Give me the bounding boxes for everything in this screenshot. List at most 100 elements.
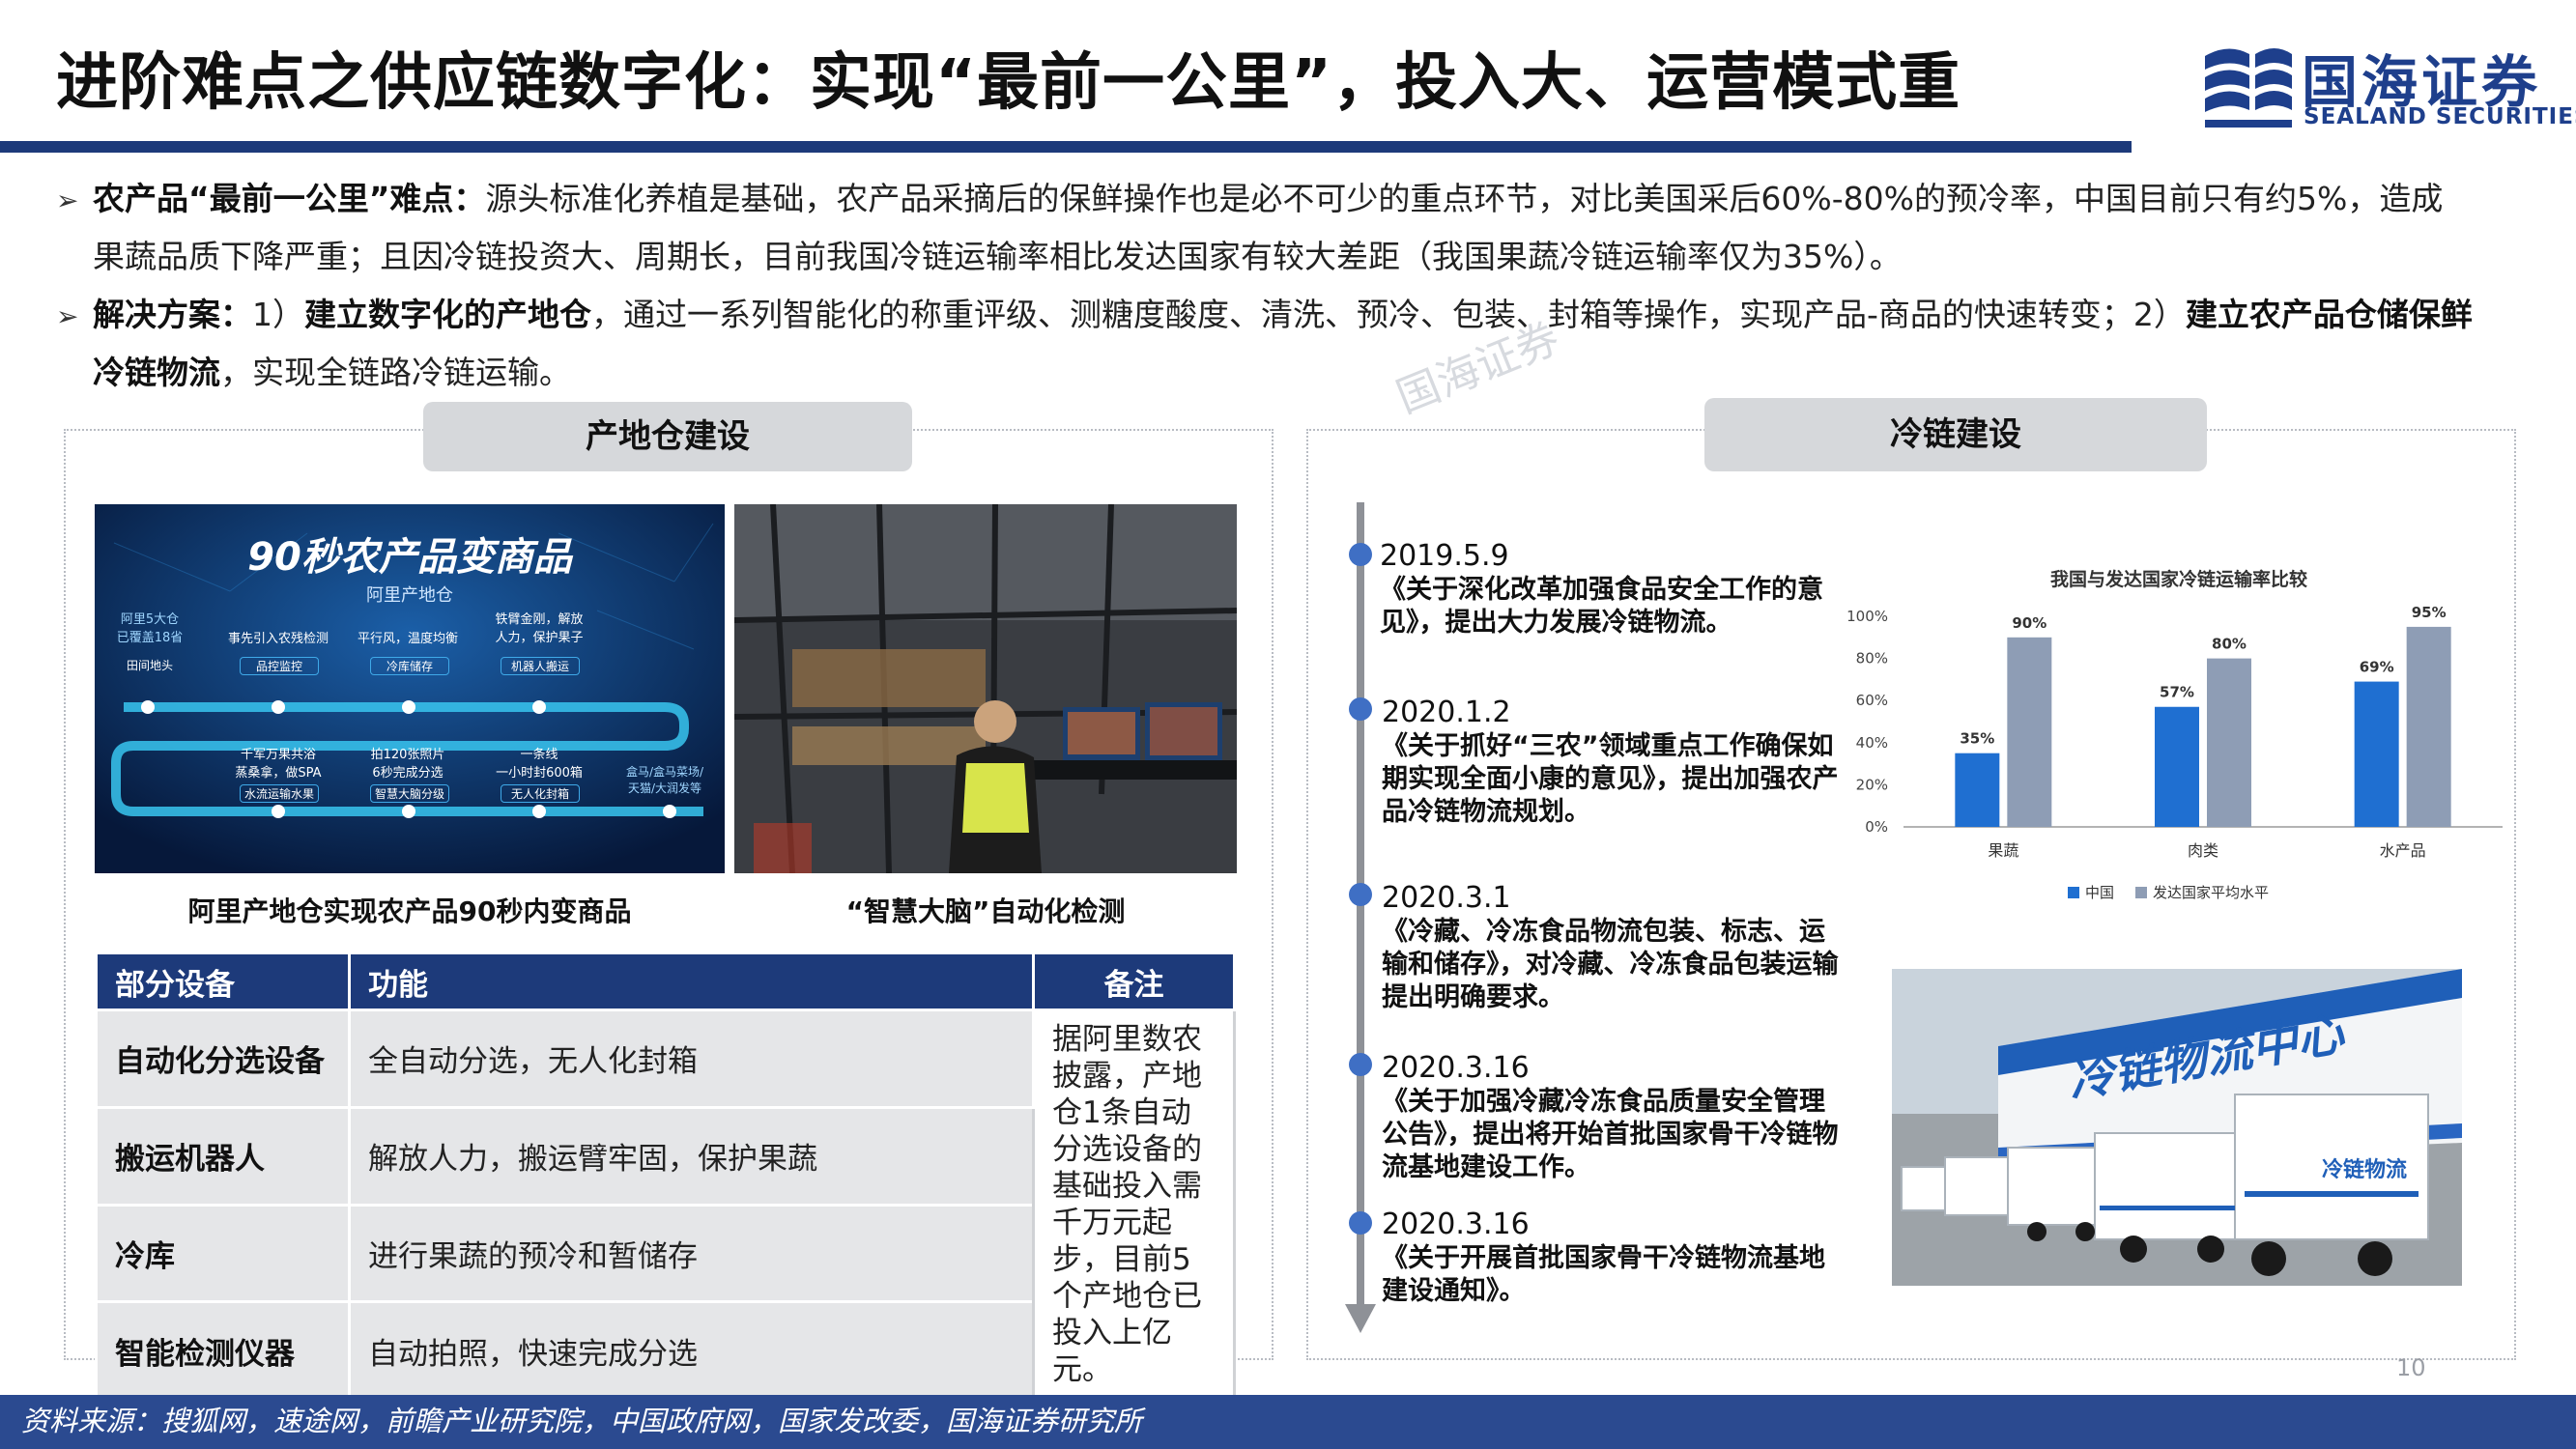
legend-label: 中国 — [2085, 884, 2114, 901]
node-text: 平行风，温度均衡 — [357, 632, 458, 646]
bullet-emph: 建立农产品仓储保鲜 — [2185, 296, 2473, 333]
timeline-text: 《冷藏、冷冻食品物流包装、标志、运输和储存》，对冷藏、冷冻食品包装运输提出明确要… — [1382, 917, 1839, 1012]
table-header-row: 部分设备 功能 备注 — [95, 952, 1236, 1011]
timeline-date: 2020.3.1 — [1382, 881, 1511, 915]
timeline-date: 2019.5.9 — [1380, 539, 1509, 573]
bullet-lead: 农产品“最前一公里”难点： — [93, 180, 486, 217]
bullet-text: ，实现全链路冷链运输。 — [220, 354, 571, 391]
table-row: 自动化分选设备 全自动分选，无人化封箱 据阿里数农披露，产地仓1条自动分选设备的… — [95, 1009, 1236, 1401]
timeline-text: 《关于加强冷藏冷冻食品质量安全管理公告》，提出将开始首批国家骨干冷链物流基地建设… — [1382, 1087, 1839, 1182]
timeline-dot — [1349, 1211, 1372, 1235]
alibaba-warehouse-infographic: 90秒农产品变商品 阿里产地仓 阿里5大仓 已覆盖18省 事先引入农残检测 平行… — [95, 504, 725, 873]
timeline-text: 《关于抓好“三农”领域重点工作确保如期实现全面小康的意见》，提出加强农产品冷链物… — [1382, 731, 1839, 827]
truck-sign: 冷链物流 — [2322, 1158, 2408, 1182]
tag-cold-chain: 冷链建设 — [1704, 398, 2207, 471]
timeline-dot — [1349, 883, 1372, 906]
node-text: 拍120张照片 6秒完成分选 — [370, 748, 445, 781]
bar — [1955, 753, 2000, 827]
timeline-arrow-icon — [1345, 1304, 1376, 1333]
y-tick-label: 40% — [1856, 734, 1888, 752]
tag-origin-warehouse: 产地仓建设 — [423, 402, 912, 471]
table-cell-equipment: 智能检测仪器 — [95, 1300, 351, 1401]
bullet-emph: 冷链物流 — [93, 354, 220, 391]
bar — [2207, 658, 2251, 827]
node-text: 千军万果共浴 蒸桑拿，做SPA — [235, 748, 322, 781]
bar — [2155, 706, 2199, 827]
node-text: 铁臂金刚，解放 人力，保护果子 — [495, 612, 584, 645]
y-tick-label: 20% — [1856, 776, 1888, 793]
bar — [2354, 681, 2399, 827]
bullet-text: 源头标准化养植是基础，农产品采摘后的保鲜操作也是必不可少的重点环节，对比美国采后… — [485, 180, 2444, 217]
x-tick-label: 水产品 — [2380, 841, 2426, 860]
table-cell-function: 进行果蔬的预冷和暂储存 — [348, 1203, 1035, 1304]
logo-english-name: SEALAND SECURITIES — [2304, 104, 2576, 129]
timeline-axis — [1357, 502, 1364, 1314]
node-sub: 无人化封箱 — [501, 784, 580, 803]
sealand-logo-icon — [2205, 48, 2292, 128]
y-tick-label: 0% — [1865, 818, 1888, 836]
data-label: 57% — [2160, 684, 2194, 701]
data-label: 80% — [2212, 636, 2247, 653]
bullet-text: ，通过一系列智能化的称重评级、测糖度酸度、清洗、预冷、包装、封箱等操作，实现产品… — [591, 296, 2186, 333]
node-sub: 机器人搬运 — [501, 657, 580, 675]
timeline-date: 2020.1.2 — [1382, 696, 1511, 729]
node-text: 阿里5大仓 已覆盖18省 — [116, 612, 184, 645]
table-cell-equipment: 冷库 — [95, 1203, 351, 1304]
page-number: 10 — [2396, 1354, 2426, 1381]
timeline-date: 2020.3.16 — [1382, 1051, 1530, 1085]
timeline-dot — [1349, 1053, 1372, 1076]
x-tick-label: 肉类 — [2188, 841, 2218, 860]
data-label: 95% — [2412, 604, 2447, 621]
infographic-center-label: 阿里产地仓 — [366, 585, 453, 606]
node-text: 事先引入农残检测 — [227, 632, 329, 646]
chart-title: 我国与发达国家冷链运输率比较 — [2050, 568, 2307, 590]
timeline-dot — [1349, 543, 1372, 566]
footer-source: 资料来源：搜狐网，速途网，前瞻产业研究院，中国政府网，国家发改委，国海证券研究所 — [21, 1405, 1143, 1437]
caption-control-photo: “智慧大脑”自动化检测 — [845, 895, 1126, 927]
bullet-text: 1） — [252, 296, 304, 333]
node-text: 盒马/盒马菜场/ 天猫/大润发等 — [625, 765, 704, 795]
x-tick-label: 果蔬 — [1988, 841, 2018, 860]
smart-brain-control-photo — [734, 504, 1237, 873]
equipment-table: 部分设备 功能 备注 自动化分选设备 全自动分选，无人化封箱 据阿里数农披露，产… — [95, 952, 1236, 1401]
legend-label: 发达国家平均水平 — [2153, 884, 2269, 901]
table-cell-equipment: 搬运机器人 — [95, 1105, 351, 1207]
legend-swatch — [2135, 887, 2147, 898]
node-text: 一条线 一小时封600箱 — [496, 748, 583, 781]
infographic-headline: 90秒农产品变商品 — [247, 535, 572, 580]
y-tick-label: 80% — [1856, 650, 1888, 668]
table-cell-function: 全自动分选，无人化封箱 — [348, 1009, 1035, 1109]
data-label: 69% — [2360, 659, 2394, 676]
node-sub: 冷库储存 — [370, 657, 449, 675]
table-cell-function: 解放人力，搬运臂牢固，保护果蔬 — [348, 1105, 1035, 1207]
bullet-lead: 解决方案： — [93, 296, 252, 333]
bullet-difficulty: ➢ 农产品“最前一公里”难点：源头标准化养植是基础，农产品采摘后的保鲜操作也是必不… — [56, 170, 2520, 230]
timeline-text: 《关于深化改革加强食品安全工作的意见》，提出大力发展冷链物流。 — [1380, 575, 1823, 638]
node-sub: 田间地头 — [126, 659, 173, 672]
node-sub: 智慧大脑分级 — [370, 784, 449, 803]
bullet-emph: 建立数字化的产地仓 — [304, 296, 591, 333]
table-header-cell: 部分设备 — [95, 952, 351, 1011]
page-title: 进阶难点之供应链数字化：实现“最前一公里”，投入大、运营模式重 — [56, 47, 1961, 119]
bullet-arrow-icon: ➢ — [56, 185, 79, 216]
y-tick-label: 60% — [1856, 692, 1888, 709]
data-label: 35% — [1960, 730, 1994, 748]
timeline-date: 2020.3.16 — [1382, 1208, 1530, 1241]
timeline-text: 《关于开展首批国家骨干冷链物流基地建设通知》。 — [1382, 1243, 1825, 1306]
table-cell-equipment: 自动化分选设备 — [95, 1009, 351, 1109]
bullet-text: 果蔬品质下降严重；且因冷链投资大、周期长，目前我国冷链运输率相比发达国家有较大差… — [93, 238, 1902, 275]
bar — [2406, 626, 2451, 827]
title-underline — [0, 141, 2132, 153]
caption-infographic: 阿里产地仓实现农产品90秒内变商品 — [187, 895, 632, 927]
bullet-arrow-icon: ➢ — [56, 300, 79, 332]
bar — [2007, 637, 2052, 827]
cold-chain-logistics-photo: 冷链物流中心 冷链物流 — [1892, 969, 2462, 1286]
legend-swatch — [2068, 887, 2079, 898]
data-label: 90% — [2012, 614, 2046, 632]
table-header-cell: 功能 — [348, 952, 1035, 1011]
cold-chain-rate-chart: 我国与发达国家冷链运输率比较 0% 20% 40% 60% 80% 100% 35% 90% 果蔬… — [1846, 568, 2503, 901]
table-header-cell: 备注 — [1032, 952, 1236, 1011]
timeline-dot — [1349, 697, 1372, 721]
table-cell-note: 据阿里数农披露，产地仓1条自动分选设备的基础投入需千万元起步，目前5个产地仓已投… — [1032, 1009, 1236, 1401]
node-sub: 品控监控 — [240, 657, 319, 675]
